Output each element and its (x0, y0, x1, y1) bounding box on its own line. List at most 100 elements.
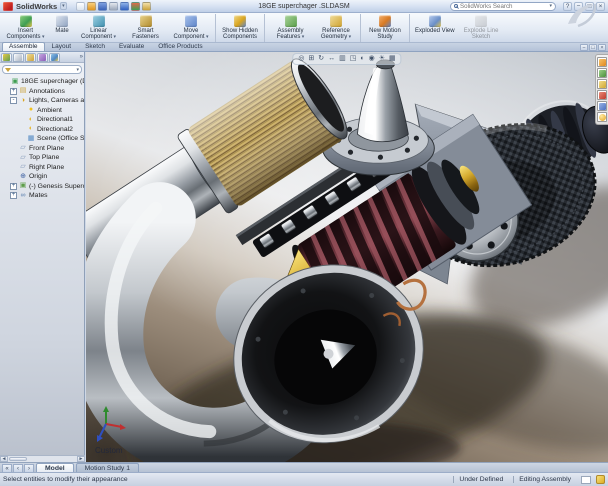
tabs-prev-button[interactable]: ‹ (13, 464, 23, 472)
tabs-first-button[interactable]: « (2, 464, 12, 472)
quick-access-button[interactable] (109, 2, 118, 11)
quick-tips-box[interactable] (581, 476, 591, 484)
view-palette-tab[interactable] (597, 101, 607, 111)
app-menu[interactable]: SolidWorks (16, 2, 57, 11)
quick-access-button[interactable] (142, 2, 151, 11)
tree-item[interactable]: Front Plane (0, 144, 84, 154)
quick-tips-icon[interactable] (596, 475, 605, 484)
command-icon (330, 15, 342, 27)
restore-button[interactable]: □ (585, 2, 594, 11)
appearances-icon[interactable]: ☀ (379, 55, 385, 63)
ribbon-tab[interactable]: Sketch (78, 42, 112, 51)
tree-item[interactable]: - Lights, Cameras and Scene (0, 96, 84, 106)
filter-chevron-icon[interactable]: ▾ (76, 67, 79, 73)
command-button[interactable]: Mate (49, 14, 75, 42)
tree-expander[interactable]: + (10, 183, 17, 190)
command-button[interactable]: Assembly Features (267, 14, 314, 42)
help-button[interactable]: ? (563, 2, 572, 11)
graphics-viewport[interactable]: ◎ ⊞ ↻ ↔ ▥ ◳◐ ◉ ☀ ▦ Custom (86, 52, 608, 462)
pan-icon[interactable]: ↔ (328, 55, 335, 63)
doc-restore-button[interactable]: □ (589, 44, 597, 51)
quick-access-button[interactable] (120, 2, 129, 11)
view-orientation-icon[interactable]: ◳ (350, 55, 357, 63)
title-bar: SolidWorks ▾ 18GE superchager .SLDASM ▾ … (0, 0, 608, 13)
tree-expander[interactable]: - (10, 97, 17, 104)
document-title: 18GE superchager .SLDASM (258, 3, 349, 10)
tree-filter[interactable]: ▾ (2, 65, 82, 74)
tree-item[interactable]: Directional1 (0, 115, 84, 125)
tree-item[interactable]: Top Plane (0, 153, 84, 163)
quick-access-button[interactable] (131, 2, 140, 11)
solidworks-resources-tab[interactable] (597, 57, 607, 67)
displaymanager-tab[interactable] (49, 53, 60, 62)
quick-access-button[interactable] (76, 2, 85, 11)
tree-item[interactable]: + (-) Genesis Supercharger Final (0, 182, 84, 192)
minimize-button[interactable]: − (574, 2, 583, 11)
tree-expander[interactable]: + (10, 192, 17, 199)
scroll-thumb[interactable] (9, 457, 27, 461)
zoom-area-icon[interactable]: ⊞ (308, 55, 314, 63)
configurationmanager-tab[interactable] (25, 53, 36, 62)
tree-item[interactable]: + Annotations (0, 87, 84, 97)
featuremanager-tab[interactable] (1, 53, 12, 62)
tree-item[interactable]: Ambient (0, 106, 84, 116)
design-library-tab[interactable] (597, 68, 607, 78)
panel-tabs-overflow[interactable]: » (80, 54, 83, 60)
search-input[interactable] (460, 3, 547, 10)
appearances-tab[interactable] (597, 112, 607, 122)
tree-item[interactable]: Directional2 (0, 125, 84, 135)
command-button[interactable]: Explode Line Sketch (458, 14, 505, 42)
close-button[interactable]: × (596, 2, 605, 11)
ribbon-tab[interactable]: Assemble (2, 42, 45, 51)
command-button[interactable]: Reference Geometry (314, 14, 361, 42)
feature-manager-panel: » ▾ 18GE superchager (Default<Displ + (0, 52, 85, 462)
tree-filter-input[interactable] (13, 67, 74, 73)
command-button[interactable]: Smart Fasteners (122, 14, 169, 42)
doc-minimize-button[interactable]: − (580, 44, 588, 51)
tabs-next-button[interactable]: › (24, 464, 34, 472)
tree-item-icon (19, 182, 27, 190)
rotate-view-icon[interactable]: ↻ (318, 55, 324, 63)
tree-item[interactable]: Scene (Office Space) (0, 134, 84, 144)
command-button[interactable]: New Motion Study (363, 14, 410, 42)
search-chevron-icon[interactable]: ▾ (549, 3, 552, 9)
solidworks-search[interactable]: ▾ (450, 2, 556, 11)
tree-item[interactable]: 18GE superchager (Default<Displ (0, 77, 84, 87)
dimxpertmanager-tab[interactable] (37, 53, 48, 62)
quick-access-button[interactable] (87, 2, 96, 11)
constraint-status: Under Defined (453, 476, 508, 483)
toolbox-tab[interactable] (597, 90, 607, 100)
ribbon-tab[interactable]: Evaluate (112, 42, 151, 51)
quick-access-button[interactable] (98, 2, 107, 11)
command-button[interactable]: Linear Component (75, 14, 122, 42)
propertymanager-tab[interactable] (13, 53, 24, 62)
task-pane-tab-strip (595, 54, 608, 125)
command-icon (429, 15, 441, 27)
command-button[interactable]: Exploded View (412, 14, 458, 42)
document-tab[interactable]: Motion Study 1 (76, 463, 139, 472)
command-button[interactable]: Show Hidden Components (218, 14, 265, 42)
tree-item[interactable]: + Mates (0, 191, 84, 201)
editing-mode-status[interactable]: Editing Assembly (513, 476, 576, 483)
tree-expander[interactable]: + (10, 88, 17, 95)
ribbon-tab[interactable]: Office Products (151, 42, 209, 51)
tree-item[interactable]: Right Plane (0, 163, 84, 173)
display-style-icon[interactable]: ◐ (360, 55, 364, 63)
app-menu-chevron-icon[interactable]: ▾ (60, 2, 67, 10)
tree-item[interactable]: Origin (0, 172, 84, 182)
hide-show-items-icon[interactable]: ◉ (369, 55, 375, 63)
zoom-fit-icon[interactable]: ◎ (298, 55, 304, 63)
view-orientation-label: Custom (95, 446, 123, 455)
command-button[interactable]: Insert Components (2, 14, 49, 42)
document-tab[interactable]: Model (36, 463, 74, 472)
document-tab-bar: «‹› ModelMotion Study 1 (0, 462, 608, 472)
file-explorer-tab[interactable] (597, 79, 607, 89)
task-pane-icon (599, 114, 606, 121)
command-button[interactable]: Move Component (169, 14, 216, 42)
section-view-icon[interactable]: ▥ (339, 55, 346, 63)
feature-tree: 18GE superchager (Default<Displ + Annota… (0, 76, 84, 201)
doc-close-button[interactable]: × (598, 44, 606, 51)
scene-icon[interactable]: ▦ (389, 55, 396, 63)
panel-horizontal-scrollbar[interactable]: ◄ ► (0, 455, 85, 462)
ribbon-tab[interactable]: Layout (45, 42, 79, 51)
